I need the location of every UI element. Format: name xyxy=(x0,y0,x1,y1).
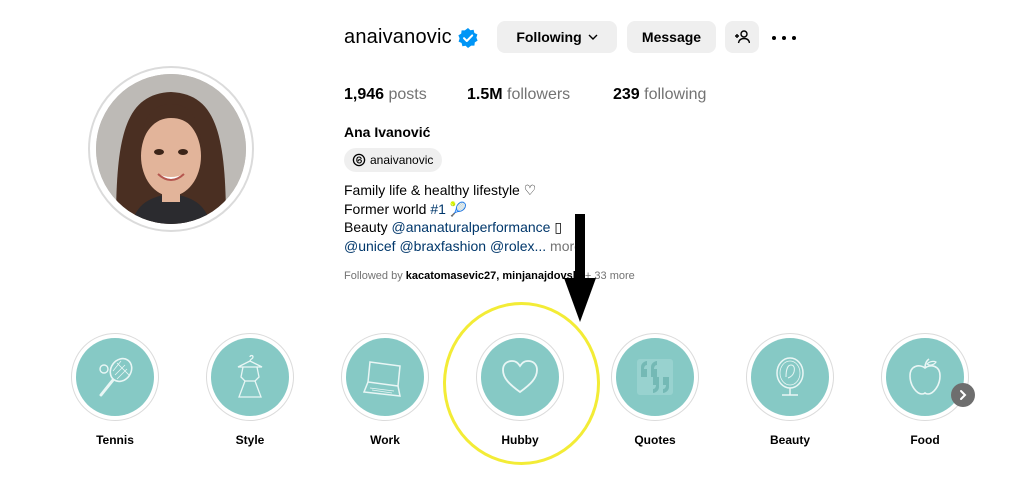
dress-hanger-icon xyxy=(237,354,263,398)
highlight-cover xyxy=(616,338,694,416)
bio-line-1: Family life & healthy lifestyle ♡ xyxy=(344,182,537,198)
highlight-ring xyxy=(881,333,969,421)
highlight-cover xyxy=(886,338,964,416)
bio-line-2: Former world #1 🎾 xyxy=(344,200,582,219)
add-user-button[interactable] xyxy=(725,21,759,53)
highlight-ring xyxy=(746,333,834,421)
laptop-icon xyxy=(362,361,401,397)
more-dot xyxy=(782,36,786,40)
avatar[interactable] xyxy=(96,74,246,224)
highlight-ring xyxy=(611,333,699,421)
bio-line-4: @unicef @braxfashion @rolex... more xyxy=(344,237,582,256)
followed-by-prefix: Followed by xyxy=(344,270,406,282)
annotation-down-arrow-icon xyxy=(564,214,596,322)
highlight-ring xyxy=(206,333,294,421)
highlight-quotes[interactable]: Quotes xyxy=(611,333,699,447)
posts-count: 1,946 xyxy=(344,86,385,103)
avatar-portrait-image xyxy=(96,74,246,224)
chevron-down-icon xyxy=(588,34,598,40)
mirror-icon xyxy=(776,357,804,396)
message-button[interactable]: Message xyxy=(627,21,716,53)
add-person-icon xyxy=(735,30,750,44)
highlight-style[interactable]: Style xyxy=(206,333,294,447)
highlight-label: Beauty xyxy=(769,433,810,447)
tennis-emoji-icon: 🎾 xyxy=(449,200,468,217)
following-button[interactable]: Following xyxy=(497,21,617,53)
highlight-label: Work xyxy=(370,433,400,447)
followers-stat[interactable]: 1.5M followers xyxy=(467,86,570,104)
highlight-cover xyxy=(211,338,289,416)
highlight-label: Food xyxy=(910,433,940,447)
following-count: 239 xyxy=(613,86,640,103)
more-dot xyxy=(792,36,796,40)
bio-line-3: Beauty @ananaturalperformance ▯ xyxy=(344,218,582,237)
hashtag-link[interactable]: #1 xyxy=(430,201,446,217)
followed-by-names: kacatomasevic27, minjanajdovski xyxy=(405,270,582,282)
highlight-tennis[interactable]: Tennis xyxy=(71,333,159,447)
highlights-next-button[interactable] xyxy=(951,383,975,407)
posts-label: posts xyxy=(388,86,427,103)
highlight-cover xyxy=(751,338,829,416)
followers-label: followers xyxy=(507,86,571,103)
message-button-label: Message xyxy=(641,29,702,45)
highlight-label: Style xyxy=(235,433,265,447)
bio-text: Former world xyxy=(344,200,431,217)
profile-username: anaivanovic xyxy=(344,26,452,48)
chevron-right-icon xyxy=(960,390,967,400)
highlight-ring xyxy=(341,333,429,421)
following-label: following xyxy=(644,86,707,103)
highlight-cover xyxy=(76,338,154,416)
highlight-ring xyxy=(71,333,159,421)
following-button-label: Following xyxy=(516,29,582,45)
highlight-food[interactable]: Food xyxy=(881,333,969,447)
threads-badge[interactable]: anaivanovic xyxy=(344,148,442,172)
followers-count: 1.5M xyxy=(467,86,503,103)
following-stat[interactable]: 239 following xyxy=(613,86,706,104)
highlight-cover xyxy=(346,338,424,416)
threads-icon xyxy=(352,153,366,167)
quote-marks-icon xyxy=(637,359,673,395)
profile-bio: Family life & healthy lifestyle ♡ Former… xyxy=(344,181,582,255)
bio-text: Beauty xyxy=(344,219,392,235)
posts-stat: 1,946 posts xyxy=(344,86,427,104)
highlight-label: Tennis xyxy=(96,433,134,447)
highlight-beauty[interactable]: Beauty xyxy=(746,333,834,447)
highlight-label: Quotes xyxy=(634,433,676,447)
mention-link[interactable]: @ananaturalperformance xyxy=(391,219,550,235)
apple-icon xyxy=(909,358,941,395)
annotation-highlight-circle xyxy=(443,302,600,465)
verified-badge-icon xyxy=(458,28,478,48)
mentions-link[interactable]: @unicef @braxfashion @rolex... xyxy=(344,238,546,254)
tennis-racket-icon xyxy=(99,357,133,397)
more-options-icon[interactable] xyxy=(772,28,796,48)
threads-handle: anaivanovic xyxy=(370,153,434,167)
profile-full-name: Ana Ivanović xyxy=(344,124,431,140)
highlight-work[interactable]: Work xyxy=(341,333,429,447)
more-dot xyxy=(772,36,776,40)
